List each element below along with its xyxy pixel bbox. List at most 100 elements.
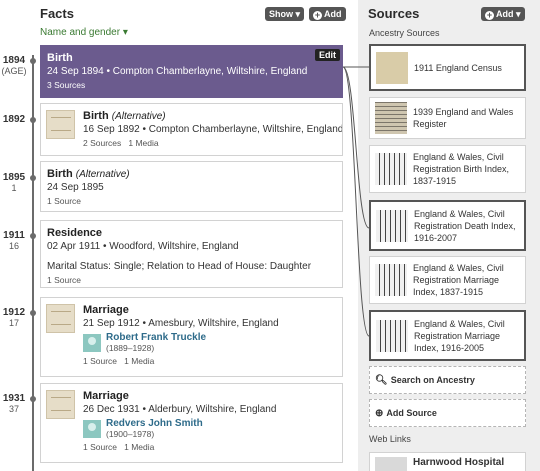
web-links-label: Web Links (369, 434, 411, 444)
fact-detail: 16 Sep 1892 • Compton Chamberlayne, Wilt… (83, 124, 343, 135)
add-fact-label: Add (324, 9, 342, 19)
age-label: 17 (8, 318, 19, 328)
show-button[interactable]: Show ▾ (265, 7, 305, 21)
filter-label: Name and gender (40, 27, 121, 38)
plus-icon: + (313, 10, 322, 20)
record-thumbnail (46, 304, 75, 333)
fact-card-birth-alt[interactable]: Birth (Alternative) 24 Sep 1895 1 Source (40, 161, 343, 212)
chevron-down-icon: ▾ (516, 9, 521, 19)
web-link-title: Harnwood Hospital (413, 457, 505, 468)
fact-card-birth-alt[interactable]: Birth (Alternative) 16 Sep 1892 • Compto… (40, 103, 343, 156)
fact-card-marriage[interactable]: Marriage 26 Dec 1931 • Alderbury, Wiltsh… (40, 383, 343, 463)
year-label: 1894 (2, 55, 26, 66)
search-icon: 🔍︎ (375, 374, 388, 386)
fact-detail: 24 Sep 1894 • Compton Chamberlayne, Wilt… (47, 66, 308, 77)
fact-title-text: Birth (47, 168, 73, 180)
age-label: (AGE) (1, 66, 27, 76)
fact-card-marriage[interactable]: Marriage 21 Sep 1912 • Amesbury, Wiltshi… (40, 297, 343, 377)
year-label: 1912 (2, 307, 26, 318)
search-label: Search on Ancestry (390, 375, 475, 385)
year-label: 1892 (2, 114, 26, 125)
timeline-year: 1911 16 (0, 230, 28, 252)
year-label: 1911 (3, 230, 25, 241)
year-label: 1895 (2, 172, 26, 183)
record-thumbnail (46, 390, 75, 419)
source-item[interactable]: England & Wales, Civil Registration Marr… (369, 256, 526, 304)
edit-button[interactable]: Edit (315, 49, 340, 61)
spouse-years: (1889–1928) (106, 343, 155, 353)
fact-meta: 1 Source (47, 275, 82, 285)
timeline-year: 1892 (0, 114, 28, 125)
spouse-link[interactable]: Redvers John Smith (1900–1978) (83, 418, 336, 439)
fact-detail: 26 Dec 1931 • Alderbury, Wiltshire, Engl… (83, 404, 277, 415)
timeline-dot (30, 117, 36, 123)
source-title: England & Wales, Civil Registration Marr… (414, 318, 505, 353)
fact-meta: 2 Sources 1 Media (83, 138, 159, 148)
timeline-year: 1931 37 (0, 393, 28, 415)
fact-title: Birth (Alternative) (47, 168, 336, 180)
timeline-dot (30, 175, 36, 181)
name-gender-filter[interactable]: Name and gender ▾ (40, 27, 128, 38)
spouse-name[interactable]: Robert Frank Truckle (106, 332, 206, 343)
source-thumbnail (376, 209, 408, 242)
spouse-years: (1900–1978) (106, 429, 155, 439)
fact-meta: 1 Source (47, 196, 82, 206)
web-link-item[interactable]: Harnwood Hospital (369, 452, 526, 471)
source-item[interactable]: England & Wales, Civil Registration Deat… (369, 200, 526, 251)
spouse-link[interactable]: Robert Frank Truckle (1889–1928) (83, 332, 336, 353)
fact-title: Marriage (83, 390, 129, 402)
source-title: England & Wales, Civil Registration Marr… (413, 263, 504, 297)
source-thumbnail (376, 51, 408, 84)
fact-card-residence[interactable]: Residence 02 Apr 1911 • Woodford, Wiltsh… (40, 220, 343, 288)
fact-title-text: Birth (83, 110, 109, 122)
sources-title: Sources (368, 6, 420, 21)
spouse-name[interactable]: Redvers John Smith (106, 418, 203, 429)
fact-detail: 24 Sep 1895 (47, 182, 104, 193)
age-label: 1 (11, 183, 17, 193)
facts-title: Facts (40, 6, 74, 21)
age-label: 37 (8, 404, 19, 414)
age-label: 16 (8, 241, 19, 251)
ancestry-sources-label: Ancestry Sources (369, 28, 440, 38)
plus-icon: + (485, 10, 494, 20)
timeline-dot (30, 233, 36, 239)
fact-title: Birth (Alternative) (83, 110, 336, 122)
source-item[interactable]: 1911 England Census (369, 44, 526, 91)
avatar (83, 419, 101, 438)
fact-card-birth[interactable]: Birth 24 Sep 1894 • Compton Chamberlayne… (40, 45, 343, 98)
web-link-thumbnail (375, 457, 407, 471)
search-on-ancestry-button[interactable]: 🔍︎ Search on Ancestry (369, 366, 526, 394)
source-title: England & Wales, Civil Registration Birt… (413, 152, 510, 186)
timeline-dot (30, 58, 36, 64)
add-source-action-label: Add Source (386, 408, 437, 418)
fact-detail: 02 Apr 1911 • Woodford, Wiltshire, Engla… (47, 241, 239, 252)
source-item[interactable]: 1939 England and Wales Register (369, 97, 526, 139)
avatar (83, 333, 101, 352)
source-item[interactable]: England & Wales, Civil Registration Birt… (369, 145, 526, 193)
chevron-down-icon: ▾ (295, 9, 301, 19)
show-label: Show (269, 9, 293, 19)
timeline-dot (30, 396, 36, 402)
fact-title: Residence (47, 227, 103, 239)
chevron-down-icon: ▾ (122, 27, 128, 38)
fact-title: Birth (47, 52, 73, 64)
fact-meta: 3 Sources (47, 80, 86, 90)
fact-meta: 1 Source 1 Media (83, 356, 155, 366)
add-source-label: Add (496, 9, 514, 19)
timeline-dot (30, 310, 36, 316)
fact-detail: 21 Sep 1912 • Amesbury, Wiltshire, Engla… (83, 318, 279, 329)
source-thumbnail (375, 153, 407, 185)
fact-description: Marital Status: Single; Relation to Head… (47, 261, 312, 272)
fact-title: Marriage (83, 304, 129, 316)
year-label: 1931 (2, 393, 26, 404)
source-thumbnail (375, 264, 407, 296)
source-item[interactable]: England & Wales, Civil Registration Marr… (369, 310, 526, 361)
record-thumbnail (46, 110, 75, 139)
timeline-year: 1912 17 (0, 307, 28, 329)
fact-alt-label: (Alternative) (111, 111, 166, 122)
add-fact-button[interactable]: + Add (309, 7, 346, 21)
add-source-action[interactable]: ⊕ Add Source (369, 399, 526, 427)
timeline-year: 1894 (AGE) (0, 55, 28, 77)
add-source-button[interactable]: + Add ▾ (481, 7, 525, 21)
fact-meta: 1 Source 1 Media (83, 442, 155, 452)
